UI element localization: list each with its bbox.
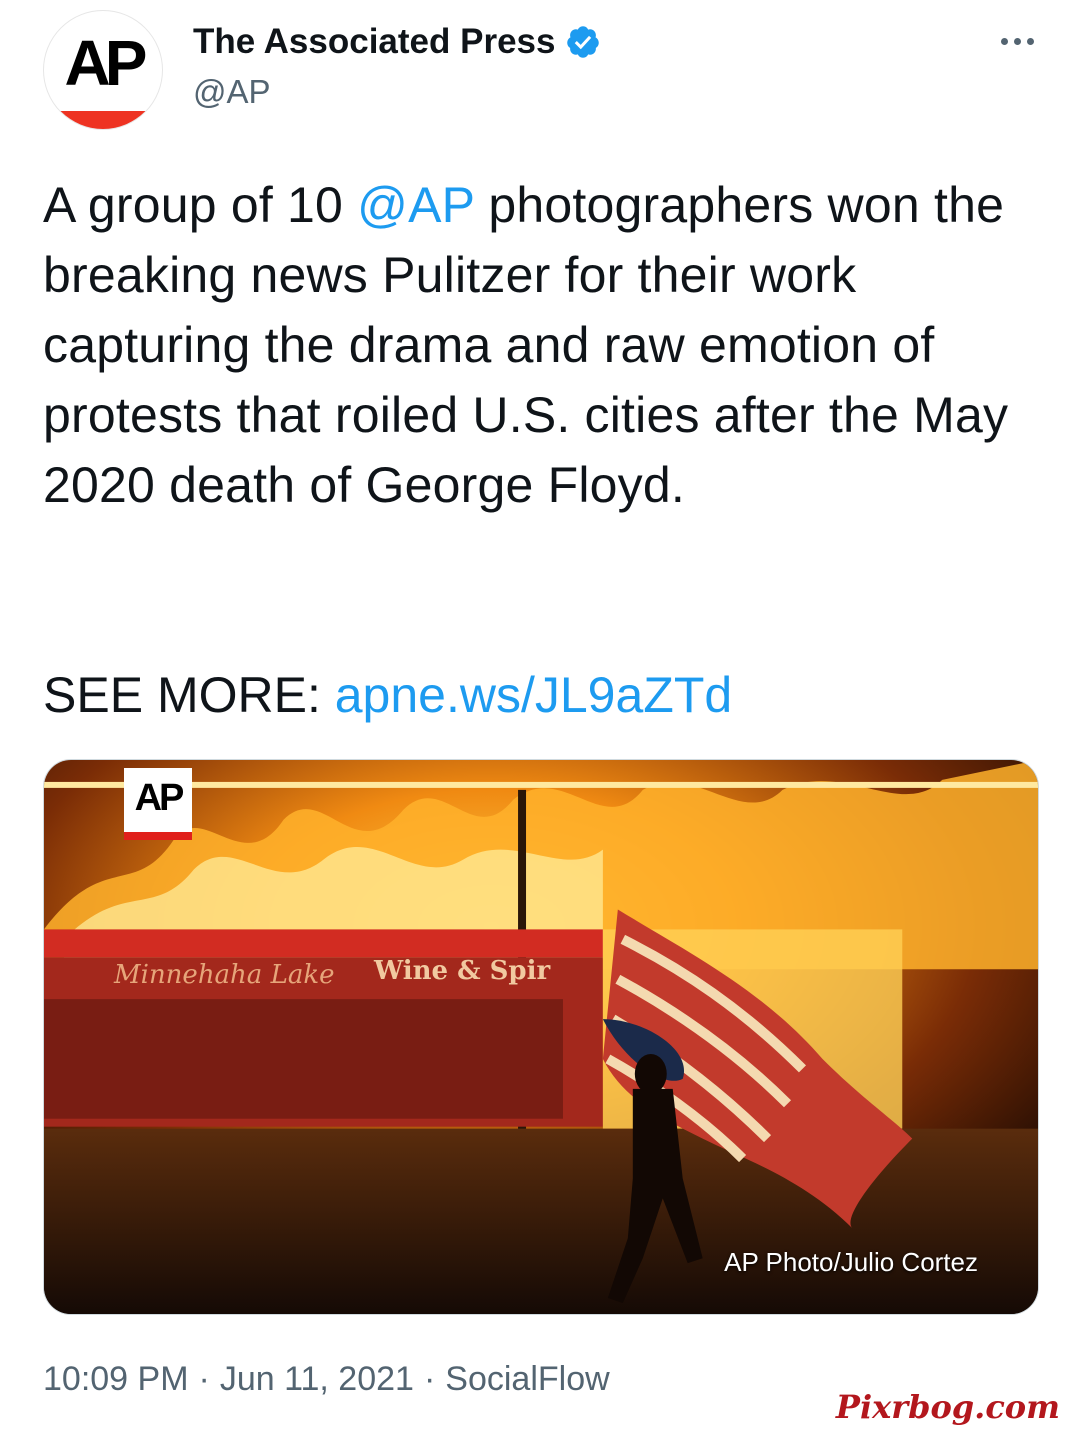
watermark: Pixrbog.com xyxy=(835,1388,1060,1426)
avatar[interactable]: AP xyxy=(43,10,163,130)
see-more-label: SEE MORE: xyxy=(43,667,335,723)
tweet-date[interactable]: Jun 11, 2021 xyxy=(220,1360,414,1398)
verified-badge-icon xyxy=(567,26,600,58)
photo-ap-logo: AP xyxy=(124,768,192,840)
mention-link[interactable]: @AP xyxy=(357,177,474,233)
see-more-line: SEE MORE: apne.ws/JL9aZTd xyxy=(43,660,732,730)
tweet-meta: 10:09 PM · Jun 11, 2021 · SocialFlow xyxy=(43,1357,610,1401)
dot-icon xyxy=(1000,37,1008,45)
fire-protest-photo xyxy=(44,760,1038,1314)
photo-ap-red-band xyxy=(124,832,192,840)
dot-icon xyxy=(1026,37,1034,45)
handle[interactable]: @AP xyxy=(193,72,271,112)
dot-icon xyxy=(1013,37,1021,45)
tweet-source[interactable]: SocialFlow xyxy=(445,1360,609,1398)
tweet-text: A group of 10 @AP photographers won the … xyxy=(43,170,1043,520)
sign-block-text: Wine & Spir xyxy=(374,956,551,986)
tweet-time[interactable]: 10:09 PM xyxy=(43,1360,189,1398)
sign-script-text: Minnehaha Lake xyxy=(114,960,335,990)
display-name-row[interactable]: The Associated Press xyxy=(193,22,601,62)
more-options-icon[interactable] xyxy=(995,26,1039,56)
external-link[interactable]: apne.ws/JL9aZTd xyxy=(335,667,732,723)
photo-ap-logo-text: AP xyxy=(134,777,185,819)
tweet-photo[interactable]: AP Minnehaha Lake Wine & Spir AP Photo/J… xyxy=(43,759,1039,1315)
photo-credit: AP Photo/Julio Cortez xyxy=(724,1247,978,1277)
display-name[interactable]: The Associated Press xyxy=(193,22,555,62)
tweet-text-before: A group of 10 xyxy=(43,177,358,233)
ap-logo-text: AP xyxy=(64,27,148,99)
meta-separator: · xyxy=(198,1360,210,1398)
meta-separator: · xyxy=(423,1360,436,1398)
avatar-red-band xyxy=(44,111,162,129)
